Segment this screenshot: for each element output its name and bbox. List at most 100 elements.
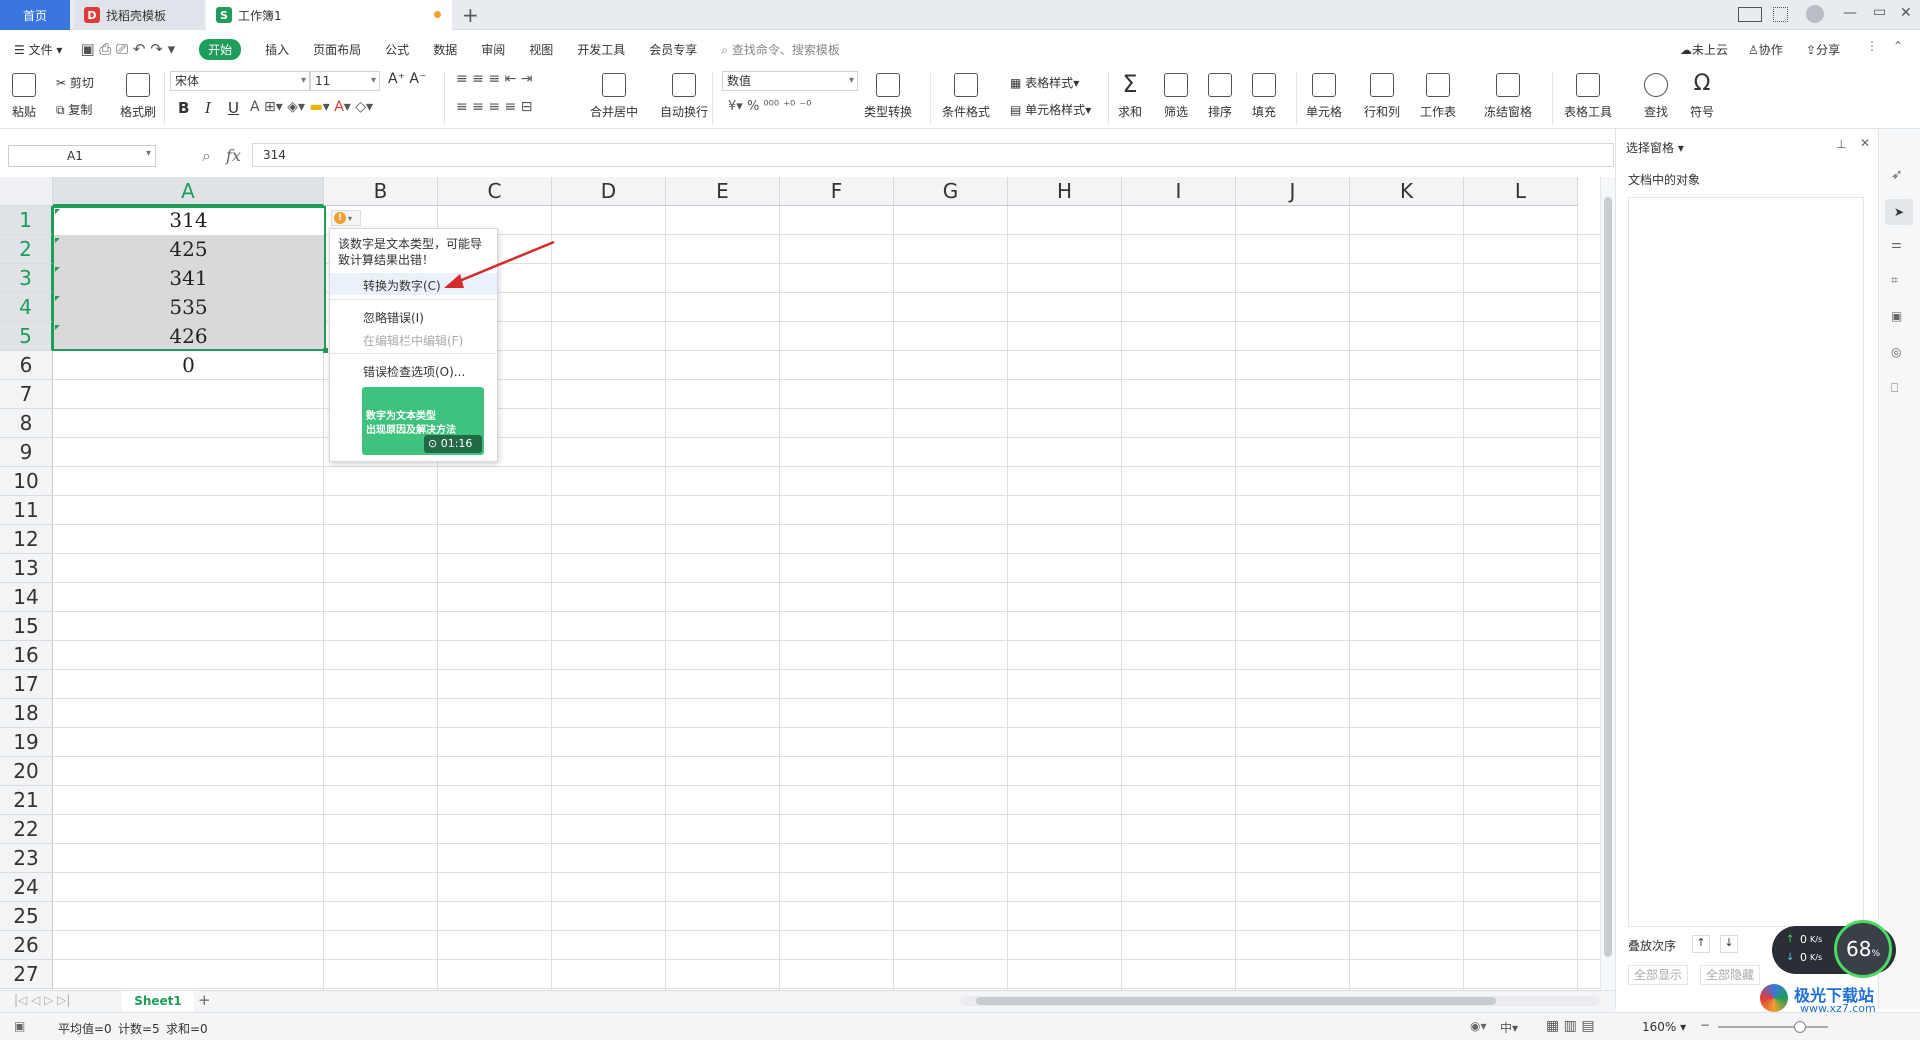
table-tools-button[interactable]: 表格工具: [1564, 73, 1612, 120]
row-header-12[interactable]: 12: [0, 525, 53, 554]
underline-button[interactable]: U: [228, 99, 239, 117]
column-header-h[interactable]: H: [1008, 177, 1122, 206]
row-header-3[interactable]: 3: [0, 264, 53, 293]
row-header-21[interactable]: 21: [0, 786, 53, 815]
help-video-card[interactable]: 数字为文本类型 出现原因及解决方法 ⊙ 01:16: [362, 387, 484, 455]
worksheet-button[interactable]: 工作表: [1420, 73, 1456, 120]
column-header-l[interactable]: L: [1464, 177, 1578, 206]
ignore-error-item[interactable]: 忽略错误(I): [363, 309, 424, 326]
symbol-button[interactable]: Ω 符号: [1690, 73, 1714, 120]
row-header-24[interactable]: 24: [0, 873, 53, 902]
row-header-7[interactable]: 7: [0, 380, 53, 409]
vertical-scrollbar[interactable]: [1600, 177, 1615, 990]
row-header-9[interactable]: 9: [0, 438, 53, 467]
freeze-panes-button[interactable]: 冻结窗格: [1484, 73, 1532, 120]
image-icon[interactable]: ▣: [1891, 309, 1902, 323]
column-header-a[interactable]: A: [53, 177, 324, 206]
zoom-slider[interactable]: [1718, 1021, 1828, 1033]
merge-center-button[interactable]: 合并居中: [590, 73, 638, 120]
column-header-e[interactable]: E: [666, 177, 780, 206]
number-format-select[interactable]: 数值: [722, 71, 858, 91]
border-fill-font-color-icons[interactable]: A ⊞▾ ◈▾ ▬▾ A▾ ◇▾: [250, 99, 373, 115]
cell-a6[interactable]: 0: [53, 351, 324, 380]
name-box-dropdown-icon[interactable]: ▾: [146, 148, 151, 159]
font-grow-shrink-icons[interactable]: A⁺ A⁻: [388, 71, 426, 87]
view-mode-icons[interactable]: ▦ ▥ ▤: [1546, 1018, 1595, 1034]
menu-developer[interactable]: 开发工具: [577, 41, 625, 58]
hide-all-button[interactable]: 全部隐藏: [1700, 965, 1760, 985]
scroll-thumb[interactable]: [1604, 197, 1612, 957]
quick-access-icons[interactable]: ▣ ⎙ ⎚ ↶ ↷ ▾: [80, 40, 175, 58]
name-box[interactable]: A1: [8, 145, 156, 167]
percent-button[interactable]: %: [747, 99, 759, 114]
row-header-13[interactable]: 13: [0, 554, 53, 583]
column-header-f[interactable]: F: [780, 177, 894, 206]
sort-button[interactable]: 排序: [1208, 73, 1232, 120]
column-header-b[interactable]: B: [324, 177, 438, 206]
row-header-23[interactable]: 23: [0, 844, 53, 873]
wrap-text-button[interactable]: 自动换行: [660, 73, 708, 120]
menu-review[interactable]: 审阅: [481, 41, 505, 58]
command-search[interactable]: ⌕ 查找命令、搜索模板: [721, 41, 840, 58]
sheet-nav-icons[interactable]: |◁ ◁ ▷ ▷|: [14, 993, 70, 1007]
number-format-icons[interactable]: ¥▾ % ⁰⁰⁰ ⁺⁰ ⁻⁰: [728, 99, 811, 114]
minimize-button[interactable]: —: [1843, 5, 1857, 21]
restore-button[interactable]: ▭: [1873, 4, 1886, 20]
align-horizontal-icons[interactable]: ≡ ≡ ≡ ≡ ⊟: [456, 99, 532, 115]
sum-button[interactable]: Σ 求和: [1118, 72, 1142, 120]
row-col-button[interactable]: 行和列: [1364, 73, 1400, 120]
align-top-icons[interactable]: ≡ ≡ ≡ ⇤ ⇥: [456, 71, 532, 87]
book-icon[interactable]: ⎕: [1891, 381, 1898, 396]
add-sheet-button[interactable]: +: [198, 991, 211, 1009]
row-header-19[interactable]: 19: [0, 728, 53, 757]
row-header-10[interactable]: 10: [0, 467, 53, 496]
zoom-slider-handle[interactable]: [1794, 1021, 1806, 1033]
error-smart-tag[interactable]: ! ▾: [331, 210, 361, 226]
menu-file[interactable]: ☰ 文件 ▾: [14, 41, 62, 58]
row-header-22[interactable]: 22: [0, 815, 53, 844]
row-header-17[interactable]: 17: [0, 670, 53, 699]
find-button[interactable]: 查找: [1644, 73, 1668, 120]
row-header-14[interactable]: 14: [0, 583, 53, 612]
new-tab-button[interactable]: +: [462, 3, 479, 27]
more-icon[interactable]: ⋮: [1866, 39, 1878, 53]
conditional-format-button[interactable]: 条件格式: [942, 73, 990, 120]
zoom-select[interactable]: 160% ▾: [1642, 1020, 1686, 1034]
pin-icon[interactable]: ⊥: [1836, 137, 1846, 151]
layout-icon[interactable]: [1738, 7, 1762, 22]
row-header-20[interactable]: 20: [0, 757, 53, 786]
menu-page-layout[interactable]: 页面布局: [313, 41, 361, 58]
show-all-button[interactable]: 全部显示: [1628, 965, 1688, 985]
eye-protect-icon[interactable]: ◉▾: [1470, 1019, 1487, 1033]
fill-handle[interactable]: [323, 348, 328, 353]
close-icon[interactable]: ✕: [1860, 136, 1870, 150]
move-up-button[interactable]: ↑: [1692, 935, 1710, 953]
column-header-d[interactable]: D: [552, 177, 666, 206]
font-name-select[interactable]: 宋体: [170, 71, 310, 91]
tab-home[interactable]: 首页: [0, 0, 70, 30]
row-header-5[interactable]: 5: [0, 322, 53, 351]
row-header-16[interactable]: 16: [0, 641, 53, 670]
type-convert-button[interactable]: 类型转换: [864, 73, 912, 120]
format-painter-button[interactable]: 格式刷: [120, 73, 156, 120]
menu-formula[interactable]: 公式: [385, 41, 409, 58]
select-all-corner[interactable]: [0, 177, 53, 206]
row-header-25[interactable]: 25: [0, 902, 53, 931]
row-header-11[interactable]: 11: [0, 496, 53, 525]
filter-button[interactable]: 筛选: [1164, 73, 1188, 120]
cloud-status[interactable]: ☁未上云: [1680, 41, 1728, 58]
menu-view[interactable]: 视图: [529, 41, 553, 58]
menu-start[interactable]: 开始: [199, 38, 242, 60]
transform-icon[interactable]: ⌗: [1891, 273, 1898, 288]
menu-data[interactable]: 数据: [433, 41, 457, 58]
row-header-2[interactable]: 2: [0, 235, 53, 264]
fill-button[interactable]: 填充: [1252, 73, 1276, 120]
table-style-button[interactable]: ▦ 表格样式▾: [1010, 74, 1079, 91]
target-icon[interactable]: ◎: [1891, 345, 1901, 359]
zoom-out-button[interactable]: −: [1700, 1018, 1710, 1032]
error-check-options-item[interactable]: 错误检查选项(O)...: [363, 363, 465, 380]
paste-button[interactable]: 粘贴: [12, 73, 36, 120]
ime-indicator[interactable]: 中▾: [1500, 1019, 1518, 1036]
row-header-26[interactable]: 26: [0, 931, 53, 960]
tab-template[interactable]: D 找稻壳模板: [74, 0, 204, 30]
